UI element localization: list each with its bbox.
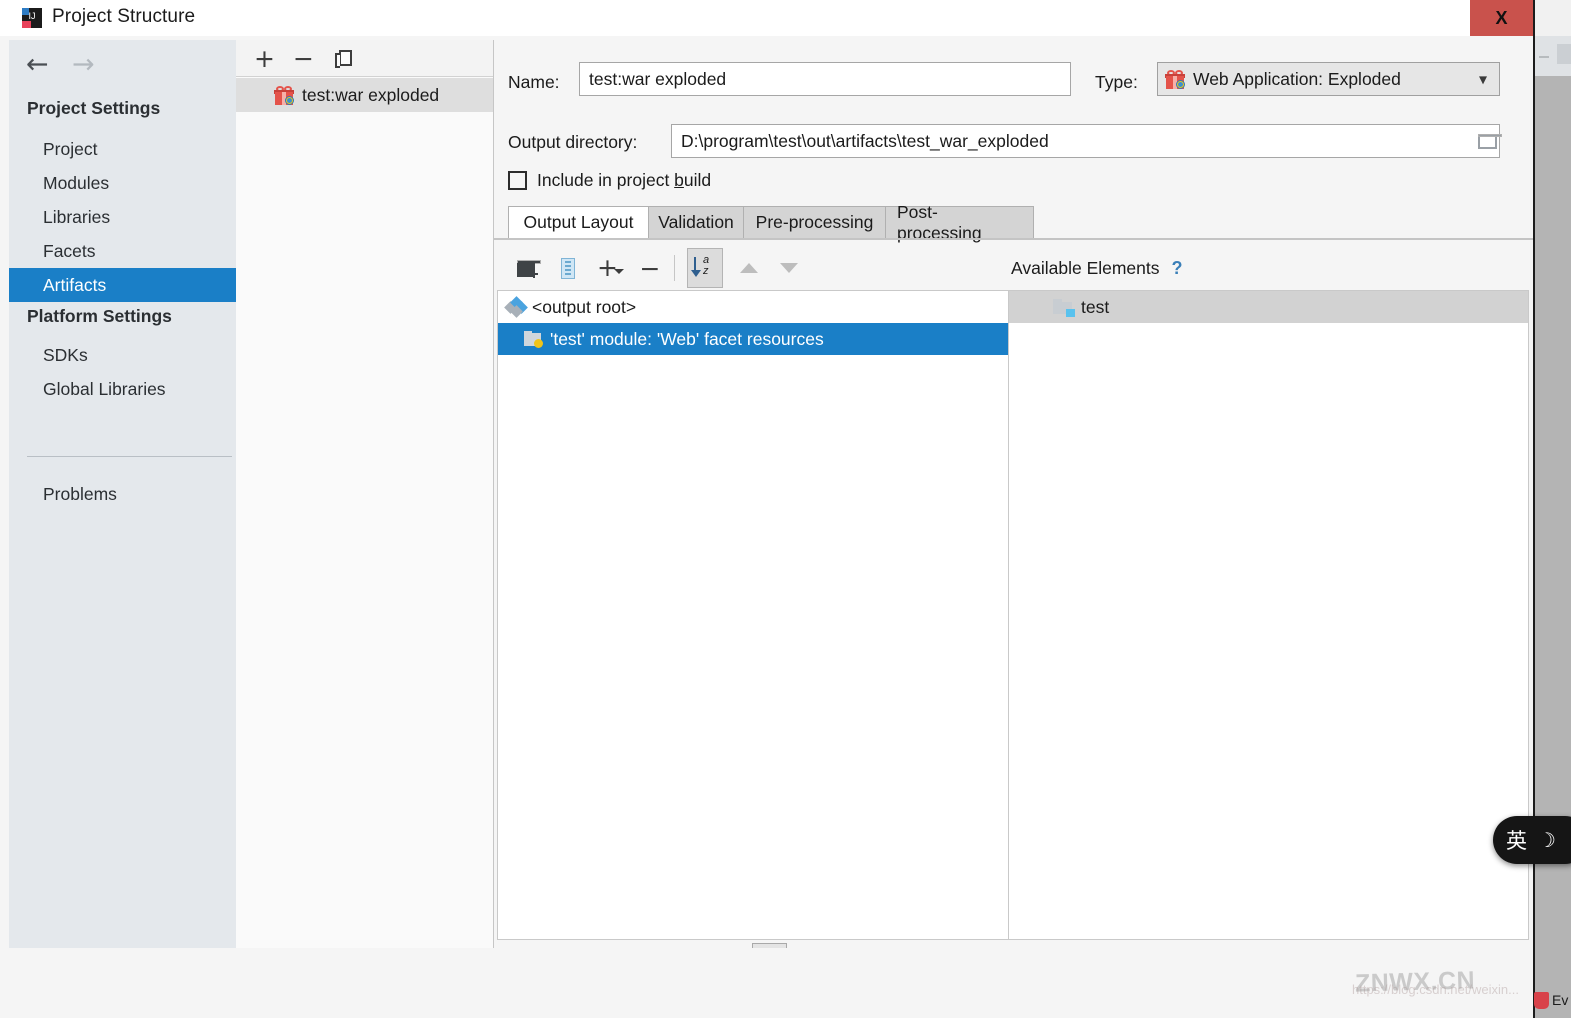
tab-underline [494, 238, 1533, 240]
sort-button[interactable]: a z [687, 248, 723, 288]
available-elements-tree[interactable]: test [1008, 290, 1529, 940]
move-up-button[interactable] [731, 248, 767, 288]
tree-row[interactable]: 'test' module: 'Web' facet resources [498, 323, 1008, 355]
copy-artifact-button[interactable] [327, 40, 360, 77]
screen: IJ Project Structure X ← → Project Setti… [0, 0, 1571, 1018]
titlebar: IJ Project Structure X [0, 0, 1533, 36]
intellij-idea-icon: IJ [21, 7, 43, 29]
sidebar-group-label: Platform Settings [27, 306, 172, 326]
arrow-right-icon[interactable]: → [72, 51, 95, 78]
checkbox-box [508, 171, 527, 190]
artifact-type-value: Web Application: Exploded [1193, 68, 1401, 89]
include-in-project-build-checkbox[interactable]: Include in project build [508, 170, 711, 191]
add-artifact-button[interactable]: + [248, 40, 281, 77]
settings-sidebar: ← → Project Settings Project Modules Lib… [9, 40, 236, 948]
sidebar-group-project-settings: Project Settings [9, 98, 160, 119]
dialog-footer: ? OK Close Apply [0, 948, 1533, 1018]
create-archive-button[interactable] [548, 248, 588, 288]
browse-output-directory-button[interactable] [1469, 125, 1505, 157]
help-icon[interactable]: ? [1172, 258, 1183, 279]
artifacts-list-panel: + − test:war exploded [236, 40, 494, 948]
type-label: Type: [1095, 72, 1138, 92]
chevron-down-icon: ▾ [1478, 69, 1487, 89]
output-root-icon [504, 296, 528, 318]
sidebar-item-problems[interactable]: Problems [9, 477, 236, 511]
web-facet-icon [524, 330, 544, 348]
include-in-project-build-label: Include in project build [537, 170, 712, 190]
window-title: Project Structure [52, 6, 196, 27]
sort-az-icon: a z [691, 254, 717, 280]
sidebar-group-platform-settings: Platform Settings [9, 306, 172, 327]
background-window-button [1557, 44, 1571, 64]
create-directory-button[interactable] [508, 248, 548, 288]
sidebar-item-artifacts[interactable]: Artifacts [9, 268, 236, 302]
artifact-list-item[interactable]: test:war exploded [236, 78, 493, 112]
sidebar-item-libraries[interactable]: Libraries [9, 200, 236, 234]
tree-row-label: 'test' module: 'Web' facet resources [550, 328, 824, 349]
add-folder-icon [517, 259, 541, 278]
svg-text:IJ: IJ [28, 11, 35, 21]
move-down-button[interactable] [771, 248, 807, 288]
artifact-type-combobox[interactable]: Web Application: Exploded ▾ [1157, 62, 1500, 96]
copy-icon [334, 49, 353, 68]
triangle-down-icon [780, 263, 798, 273]
sidebar-item-project[interactable]: Project [9, 132, 236, 166]
archive-icon [561, 257, 575, 279]
sidebar-item-global-libraries[interactable]: Global Libraries [9, 372, 236, 406]
artifact-details-pane: Name: Type: Web Application: Exploded ▾ … [494, 40, 1533, 978]
module-folder-icon [1053, 298, 1075, 317]
sidebar-item-sdks[interactable]: SDKs [9, 338, 236, 372]
tab-validation[interactable]: Validation [648, 206, 744, 239]
remove-artifact-button[interactable]: − [287, 40, 320, 77]
available-elements-title: Available Elements [1011, 257, 1160, 278]
ime-mode-label: 英 [1506, 829, 1527, 853]
folder-browse-icon [1477, 133, 1502, 149]
output-layout-tree[interactable]: <output root> 'test' module: 'Web' facet… [497, 290, 1008, 940]
toolbar-separator [674, 255, 675, 281]
details-tabstrip: Output Layout Validation Pre-processing … [508, 202, 1518, 243]
name-label: Name: [508, 72, 560, 92]
remove-element-button[interactable]: − [632, 248, 668, 288]
background-window[interactable] [1533, 0, 1571, 1018]
sidebar-group-label: Project Settings [27, 98, 161, 118]
add-copy-of-button[interactable]: + [588, 248, 632, 288]
tab-pre-processing[interactable]: Pre-processing [743, 206, 886, 239]
plus-icon: + [254, 44, 275, 73]
triangle-up-icon [740, 263, 758, 273]
output-directory-label: Output directory: [508, 132, 638, 152]
background-window-arrow-icon [1539, 56, 1549, 58]
sidebar-item-facets[interactable]: Facets [9, 234, 236, 268]
app-tray-icon [1534, 991, 1549, 1009]
taskbar-tray-item[interactable]: Ev [1531, 982, 1571, 1018]
project-structure-dialog: IJ Project Structure X ← → Project Setti… [0, 0, 1533, 1018]
moon-icon: ☽ [1538, 828, 1556, 852]
war-artifact-icon [1165, 69, 1185, 89]
sidebar-divider [27, 456, 232, 457]
close-window-button[interactable]: X [1470, 0, 1533, 36]
tree-row-label: <output root> [532, 296, 637, 317]
tab-post-processing[interactable]: Post-processing [885, 202, 1034, 243]
artifacts-toolbar: + − [236, 40, 493, 77]
ime-indicator[interactable]: 英 ☽ [1493, 816, 1571, 864]
background-window-titlebar [1535, 0, 1571, 36]
plus-dropdown-icon: + [597, 255, 624, 280]
taskbar-tray-label: Ev [1552, 992, 1569, 1008]
close-icon: X [1495, 7, 1508, 28]
list-item-label: test [1081, 296, 1110, 317]
minus-icon: − [293, 44, 314, 73]
navigation-arrows: ← → [22, 48, 142, 84]
arrow-left-icon[interactable]: ← [26, 51, 49, 78]
tab-output-layout[interactable]: Output Layout [508, 206, 649, 239]
minus-icon: − [639, 253, 661, 283]
artifact-list-item-label: test:war exploded [302, 84, 440, 105]
output-directory-input[interactable] [671, 124, 1500, 158]
artifact-name-input[interactable] [579, 62, 1071, 96]
list-item[interactable]: test [1009, 291, 1528, 323]
tree-row[interactable]: <output root> [498, 291, 1008, 323]
available-elements-header: Available Elements ? [1008, 246, 1529, 290]
sidebar-item-modules[interactable]: Modules [9, 166, 236, 200]
war-artifact-icon [274, 85, 294, 105]
